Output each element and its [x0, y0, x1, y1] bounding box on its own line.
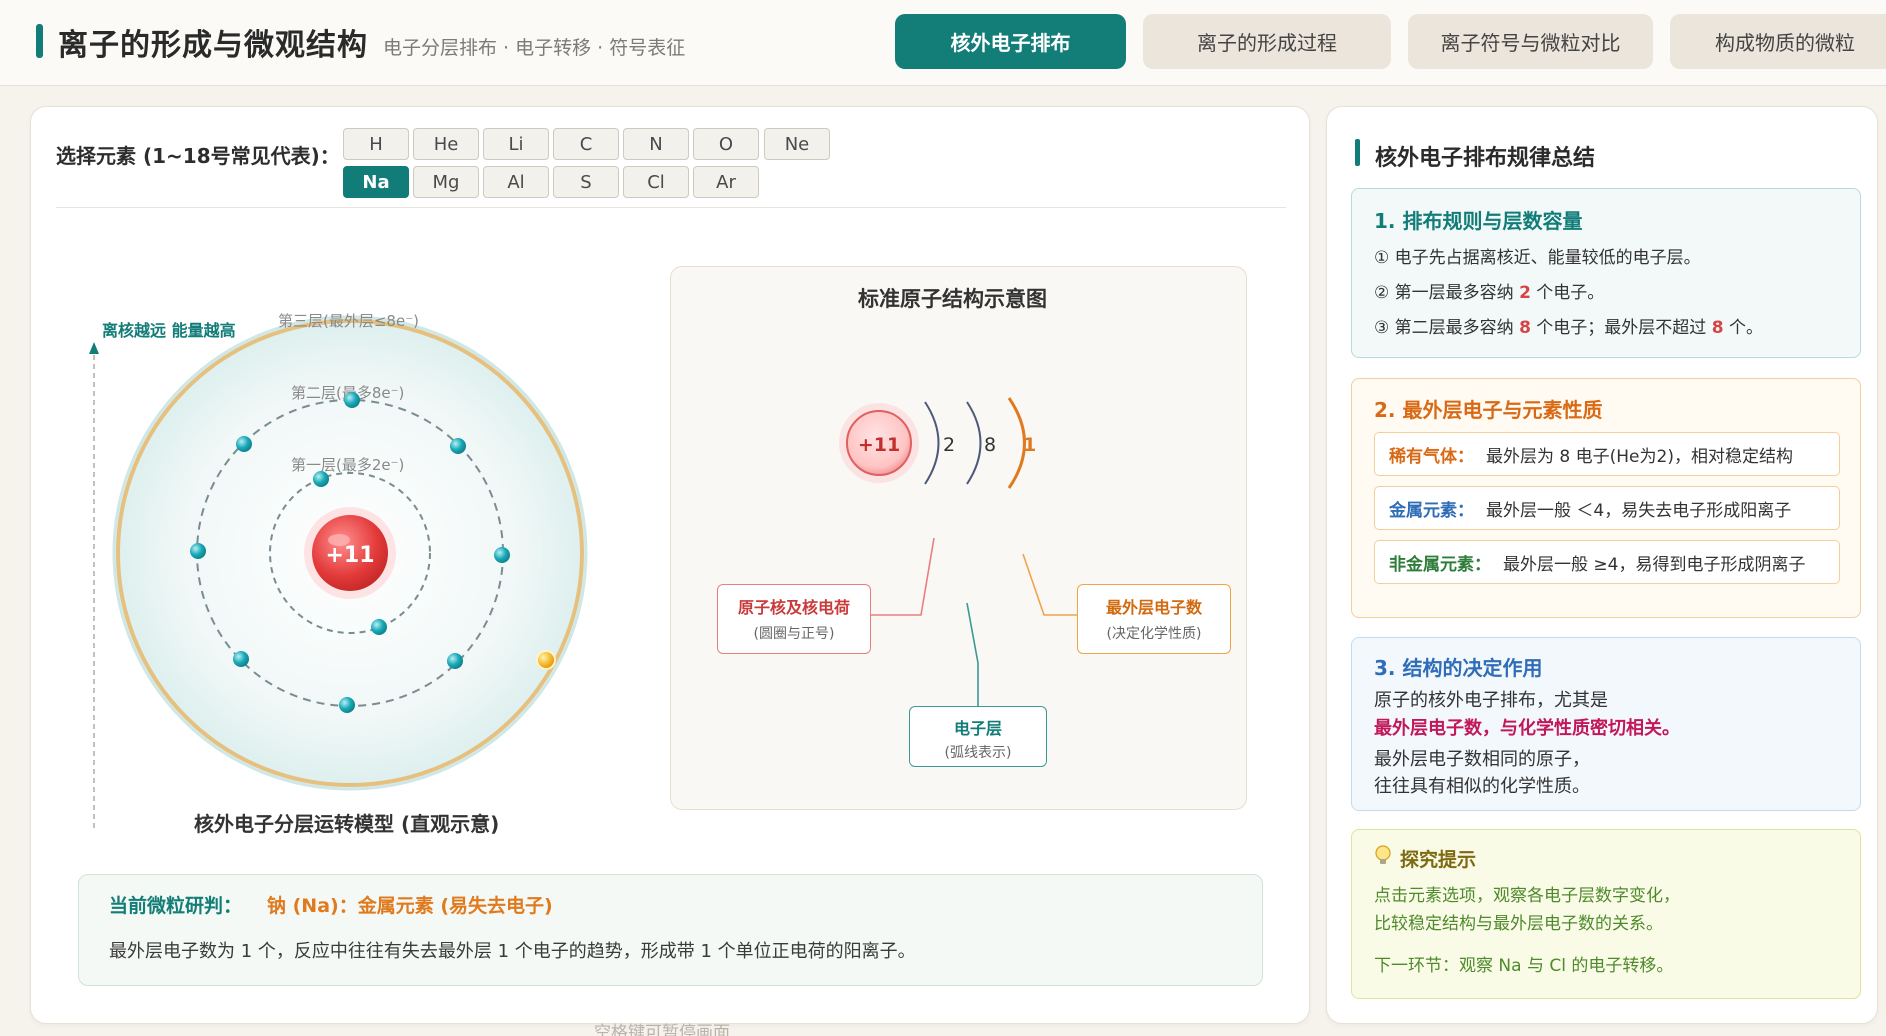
callout-nucleus-title: 原子核及核电荷 — [737, 598, 850, 617]
structure-diagram: +11 2 8 1 — [839, 397, 1078, 706]
structure-shell-arc-2 — [966, 401, 982, 485]
rule-1: ① 电子先占据离核近、能量较低的电子层。 — [1374, 248, 1701, 268]
structure-nucleus-label: +11 — [858, 434, 900, 456]
properties-card-title: 2. 最外层电子与元素性质 — [1374, 398, 1603, 422]
rule-3: ③ 第二层最多容纳 8 个电子；最外层不超过 8 个。 — [1374, 318, 1763, 338]
callout-line-shell — [966, 602, 979, 706]
properties-card: 2. 最外层电子与元素性质 稀有气体： 最外层为 8 电子(He为2)，相对稳定结… — [1351, 378, 1861, 618]
rules-card: 1. 排布规则与层数容量 ① 电子先占据离核近、能量较低的电子层。 ② 第一层最… — [1351, 188, 1861, 358]
tab-particles[interactable]: 构成物质的微粒 — [1670, 14, 1886, 69]
structure-role-line-4: 往往具有相似的化学性质。 — [1374, 776, 1590, 797]
callout-shell-sub: (弧线表示) — [944, 745, 1012, 761]
structure-role-line-3: 最外层电子数相同的原子， — [1374, 749, 1590, 770]
structure-role-title: 3. 结构的决定作用 — [1374, 656, 1543, 680]
callout-valence-title: 最外层电子数 — [1105, 598, 1202, 617]
lightbulb-icon — [1374, 844, 1392, 868]
exploration-tip-line-2: 比较稳定结构与最外层电子数的关系。 — [1374, 914, 1663, 934]
tab-ion-symbols[interactable]: 离子符号与微粒对比 — [1408, 14, 1653, 69]
verdict-description: 最外层电子数为 1 个，反应中往往有失去最外层 1 个电子的趋势，形成带 1 个… — [109, 941, 916, 962]
structure-shell-count-3: 1 — [1023, 434, 1036, 456]
callout-shell: 电子层 (弧线表示) — [909, 706, 1047, 767]
property-row-metal: 金属元素： 最外层一般 ＜4，易失去电子形成阳离子 — [1374, 486, 1840, 530]
callout-valence: 最外层电子数 (决定化学性质) — [1077, 584, 1231, 654]
verdict-label: 当前微粒研判： — [109, 895, 243, 917]
structure-shell-count-1: 2 — [943, 434, 955, 456]
structure-shell-arc-1 — [924, 401, 940, 485]
structure-role-line-2: 最外层电子数，与化学性质密切相关。 — [1374, 718, 1680, 739]
structure-shell-count-2: 8 — [984, 434, 996, 456]
callout-valence-sub: (决定化学性质) — [1106, 626, 1202, 642]
structure-role-card: 3. 结构的决定作用 原子的核外电子排布，尤其是 最外层电子数，与化学性质密切相… — [1351, 637, 1861, 811]
pause-hint: 空格键可暂停画面 — [594, 1023, 730, 1036]
exploration-tip-title: 探究提示 — [1400, 849, 1477, 871]
rule-2: ② 第一层最多容纳 2 个电子。 — [1374, 283, 1605, 303]
summary-title: 核外电子排布规律总结 — [1375, 146, 1596, 171]
callout-shell-title: 电子层 — [953, 719, 1002, 738]
exploration-tip-line-1: 点击元素选项，观察各电子层数字变化， — [1374, 886, 1680, 906]
particle-verdict-panel: 当前微粒研判： 钠 (Na)：金属元素 (易失去电子) 最外层电子数为 1 个，… — [78, 874, 1263, 986]
callout-line-valence — [1022, 553, 1078, 616]
property-row-nonmetal: 非金属元素： 最外层一般 ≥4，易得到电子形成阴离子 — [1374, 540, 1840, 584]
callout-line-nucleus — [864, 537, 935, 616]
exploration-tip-card: 探究提示 点击元素选项，观察各电子层数字变化， 比较稳定结构与最外层电子数的关系… — [1351, 829, 1861, 999]
exploration-tip-line-3: 下一环节：观察 Na 与 Cl 的电子转移。 — [1374, 956, 1674, 976]
property-row-noble-gas: 稀有气体： 最外层为 8 电子(He为2)，相对稳定结构 — [1374, 432, 1840, 476]
rules-card-title: 1. 排布规则与层数容量 — [1374, 209, 1583, 233]
callout-nucleus-sub: (圆圈与正号) — [753, 626, 835, 642]
structure-role-line-1: 原子的核外电子排布，尤其是 — [1374, 690, 1608, 711]
verdict-value: 钠 (Na)：金属元素 (易失去电子) — [267, 895, 553, 917]
summary-accent-bar — [1355, 139, 1360, 166]
callout-nucleus: 原子核及核电荷 (圆圈与正号) — [717, 584, 871, 654]
